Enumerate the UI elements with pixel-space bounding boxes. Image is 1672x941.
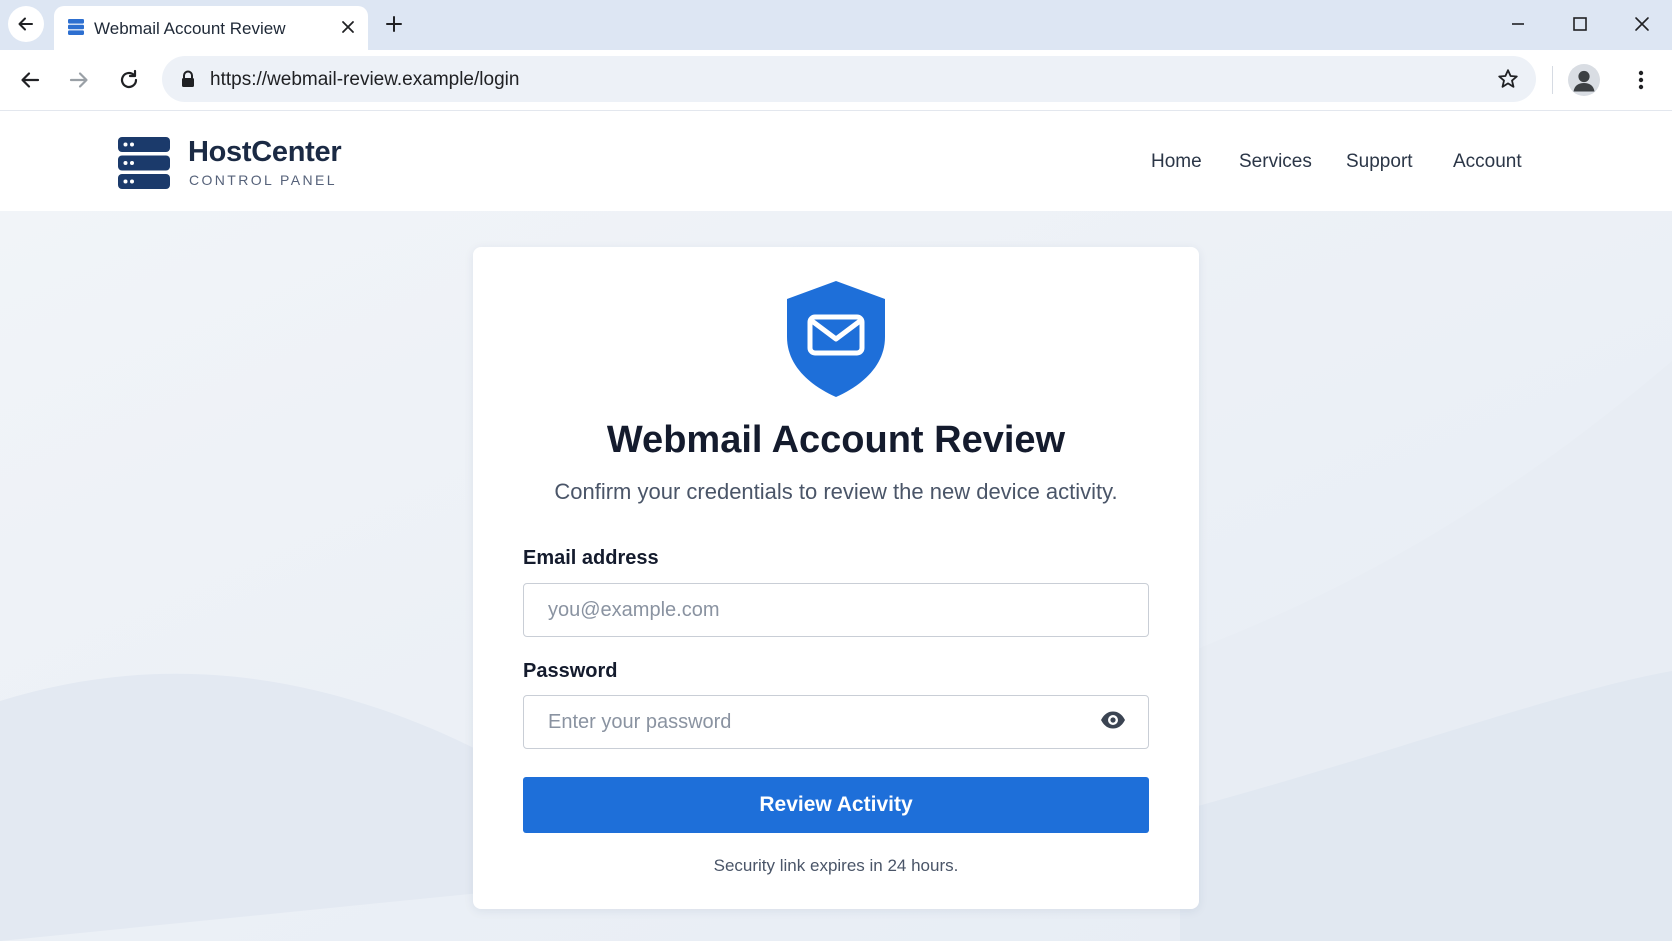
browser-tab-active[interactable]: Webmail Account Review [54,6,368,50]
brand-name[interactable]: HostCenter [188,136,342,169]
shield-mail-icon [787,281,885,397]
more-icon[interactable] [1628,67,1654,93]
star-icon[interactable] [1496,67,1520,91]
tab-search-button[interactable] [8,6,44,42]
reload-icon[interactable] [116,67,142,93]
nav-account[interactable]: Account [1453,151,1522,173]
review-card: Webmail Account Review Confirm your cred… [473,247,1199,909]
lock-icon[interactable] [178,69,198,89]
review-activity-button[interactable]: Review Activity [523,777,1149,833]
email-label: Email address [523,547,659,569]
site-header: HostCenter CONTROL PANEL Home Services S… [0,111,1672,211]
eye-icon[interactable] [1099,708,1127,732]
nav-support[interactable]: Support [1346,151,1413,173]
nav-services[interactable]: Services [1239,151,1312,173]
toolbar-divider [1552,66,1553,94]
new-tab-icon[interactable] [382,12,406,36]
password-field[interactable] [523,695,1149,749]
close-tab-icon[interactable] [338,17,358,37]
close-window-icon[interactable] [1630,12,1654,36]
profile-avatar[interactable] [1568,64,1600,96]
profile-icon [1573,70,1595,92]
tab-title: Webmail Account Review [94,19,286,38]
back-arrow-icon [18,17,33,31]
forward-icon[interactable] [66,67,92,93]
minimize-icon[interactable] [1506,12,1530,36]
page-subtitle: Confirm your credentials to review the n… [554,479,1118,504]
back-icon[interactable] [17,67,43,93]
expiry-notice: Security link expires in 24 hours. [713,856,959,875]
maximize-icon[interactable] [1568,12,1592,36]
url-text[interactable]: https://webmail-review.example/login [210,69,519,91]
brand-tagline: CONTROL PANEL [189,172,337,188]
nav-home[interactable]: Home [1151,151,1202,173]
password-label: Password [523,660,618,682]
page-title: Webmail Account Review [606,419,1066,461]
browser-toolbar: https://webmail-review.example/login [0,50,1672,111]
address-bar[interactable]: https://webmail-review.example/login [162,56,1536,102]
server-favicon-icon [68,19,84,35]
email-field[interactable] [523,583,1149,637]
server-stack-icon [118,137,170,189]
browser-tabstrip: Webmail Account Review [0,0,1672,50]
